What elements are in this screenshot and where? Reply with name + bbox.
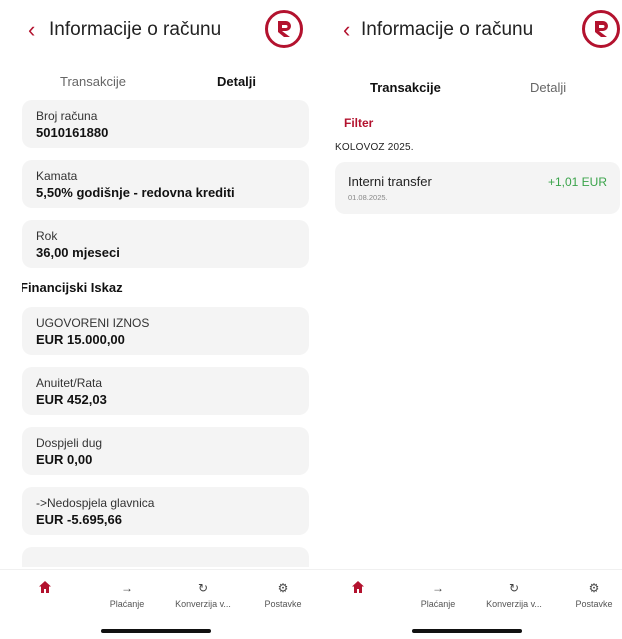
detail-label: Dospjeli dug — [36, 436, 103, 450]
bank-logo — [265, 10, 303, 48]
detail-label: Rok — [36, 229, 58, 243]
filter-button[interactable]: Filter — [344, 116, 373, 130]
nav-conversion[interactable]: ↻ Konverzija v... — [168, 580, 238, 609]
detail-value: 5,50% godišnje - redovna krediti — [36, 185, 235, 200]
detail-card-term: Rok 36,00 mjeseci — [22, 220, 309, 268]
back-button[interactable]: ‹ — [343, 18, 350, 42]
nav-home[interactable] — [10, 580, 80, 596]
page-title: Informacije o računu — [49, 19, 222, 40]
tab-transakcije[interactable]: Transakcije — [60, 70, 126, 94]
bottom-nav: → Plaćanje ↻ Konverzija v... ⚙ Postavke — [311, 569, 622, 639]
details-list: Broj računa 5010161880 Kamata 5,50% godi… — [22, 100, 309, 567]
detail-value: EUR 0,00 — [36, 452, 93, 467]
tab-detalji[interactable]: Detalji — [217, 70, 256, 94]
detail-card-interest: Kamata 5,50% godišnje - redovna krediti — [22, 160, 309, 208]
nav-home[interactable] — [323, 580, 393, 596]
gear-icon: ⚙ — [277, 581, 289, 595]
back-button[interactable]: ‹ — [28, 18, 35, 42]
financial-card-undue-principal: ->Nedospjela glavnica EUR -5.695,66 — [22, 487, 309, 535]
page-title: Informacije o računu — [361, 19, 534, 40]
gear-icon: ⚙ — [588, 581, 600, 595]
detail-value: 36,00 mjeseci — [36, 245, 120, 260]
nav-conversion[interactable]: ↻ Konverzija v... — [479, 580, 549, 609]
bank-logo — [582, 10, 620, 48]
nav-label: Konverzija v... — [486, 599, 542, 609]
transaction-amount: +1,01 EUR — [547, 175, 607, 189]
home-indicator — [100, 629, 211, 633]
nav-label: Konverzija v... — [175, 599, 231, 609]
financial-card-due-debt: Dospjeli dug EUR 0,00 — [22, 427, 309, 475]
transaction-item[interactable]: Interni transfer 01.08.2025. +1,01 EUR — [335, 162, 620, 214]
arrow-right-icon: → — [121, 581, 133, 595]
header: ‹ Informacije o računu — [0, 0, 311, 62]
refresh-icon: ↻ — [508, 581, 520, 595]
header: ‹ Informacije o računu — [311, 0, 622, 62]
detail-card-account-number: Broj računa 5010161880 — [22, 100, 309, 148]
detail-value: EUR -5.695,66 — [36, 512, 122, 527]
nav-label: Postavke — [575, 599, 613, 609]
nav-payment[interactable]: → Plaćanje — [92, 580, 162, 609]
refresh-icon: ↻ — [197, 581, 209, 595]
detail-value: 5010161880 — [36, 125, 109, 140]
detail-label: Anuitet/Rata — [36, 376, 103, 390]
section-title: Financijski Iskaz — [22, 280, 123, 295]
transaction-date: 01.08.2025. — [348, 193, 388, 202]
detail-value: EUR 452,03 — [36, 392, 107, 407]
financial-card-annuity: Anuitet/Rata EUR 452,03 — [22, 367, 309, 415]
nav-label: Plaćanje — [109, 599, 145, 609]
detail-value: EUR 15.000,00 — [36, 332, 125, 347]
home-icon — [323, 580, 393, 596]
transaction-name: Interni transfer — [348, 174, 432, 189]
detail-label: Kamata — [36, 169, 78, 183]
nav-settings[interactable]: ⚙ Postavke — [248, 580, 311, 609]
home-indicator — [411, 629, 522, 633]
tab-transakcije[interactable]: Transakcije — [370, 76, 441, 100]
nav-label: Plaćanje — [420, 599, 456, 609]
detail-label: UGOVORENI IZNOS — [36, 316, 150, 330]
detail-label: ->Nedospjela glavnica — [36, 496, 155, 510]
detail-label: Broj računa — [36, 109, 98, 123]
tab-bar: Transakcije Detalji — [311, 70, 622, 95]
tab-detalji[interactable]: Detalji — [530, 76, 566, 100]
nav-settings[interactable]: ⚙ Postavke — [559, 580, 622, 609]
arrow-right-icon: → — [432, 581, 444, 595]
tab-bar: Transakcije Detalji — [0, 70, 311, 94]
nav-label: Postavke — [264, 599, 302, 609]
financial-card-contracted-amount: UGOVORENI IZNOS EUR 15.000,00 — [22, 307, 309, 355]
nav-payment[interactable]: → Plaćanje — [403, 580, 473, 609]
home-icon — [10, 580, 80, 596]
screen-transactions: ‹ Informacije o računu Transakcije Detal… — [311, 0, 622, 639]
financial-card-partial — [22, 547, 309, 567]
month-header: KOLOVOZ 2025. — [335, 142, 414, 153]
screen-details: ‹ Informacije o računu Transakcije Detal… — [0, 0, 311, 639]
bottom-nav: → Plaćanje ↻ Konverzija v... ⚙ Postavke — [0, 569, 311, 639]
